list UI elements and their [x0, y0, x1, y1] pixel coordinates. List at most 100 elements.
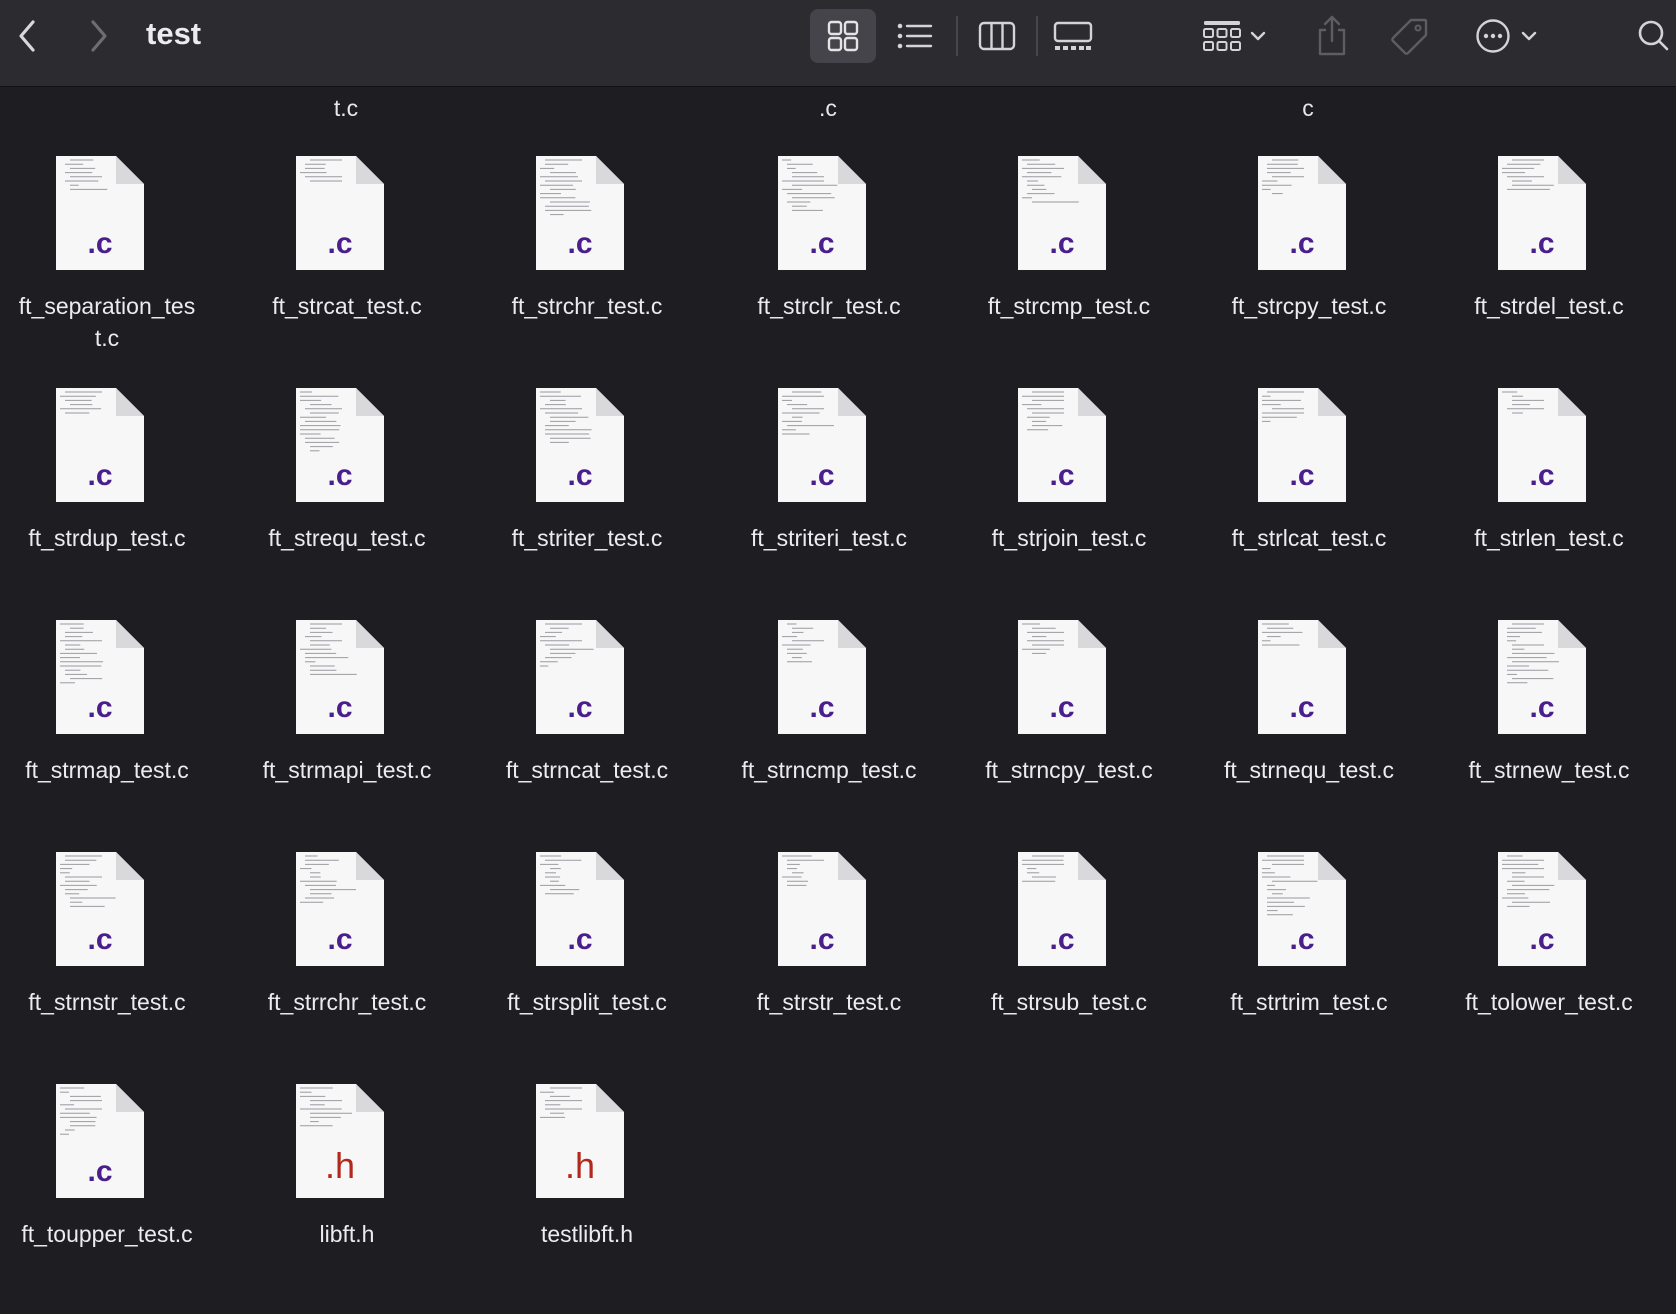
file-name-label[interactable]: ft_strcat_test.c [227, 290, 467, 322]
c-file-icon[interactable]: .c [1016, 618, 1108, 736]
file-item[interactable]: .c ft_strdel_test.c [1429, 154, 1669, 386]
file-name-label[interactable]: ft_strncat_test.c [467, 754, 707, 786]
gallery-view-button[interactable] [1040, 14, 1106, 58]
file-name-label[interactable]: ft_strdel_test.c [1429, 290, 1669, 322]
file-name-label[interactable]: .c [708, 95, 948, 122]
c-file-icon[interactable]: .c [1016, 154, 1108, 272]
c-file-icon[interactable]: .c [1256, 850, 1348, 968]
file-name-label[interactable]: ft_strmapi_test.c [227, 754, 467, 786]
file-item[interactable]: .c ft_strmap_test.c [0, 618, 227, 850]
c-file-icon[interactable]: .c [1496, 618, 1588, 736]
file-item[interactable]: .c ft_strrchr_test.c [227, 850, 467, 1082]
file-item[interactable]: .c ft_strsub_test.c [949, 850, 1189, 1082]
c-file-icon[interactable]: .c [776, 850, 868, 968]
file-name-label[interactable]: ft_strmap_test.c [0, 754, 227, 786]
file-name-label[interactable]: ft_separation_tes t.c [0, 290, 227, 354]
group-by-button[interactable] [1196, 14, 1272, 58]
icon-view-button[interactable] [810, 9, 876, 63]
file-item[interactable]: .c ft_strcmp_test.c [949, 154, 1189, 386]
file-name-label[interactable]: ft_strtrim_test.c [1189, 986, 1429, 1018]
file-name-label[interactable]: ft_strclr_test.c [709, 290, 949, 322]
c-file-icon[interactable]: .c [534, 850, 626, 968]
file-item[interactable]: .c ft_strequ_test.c [227, 386, 467, 618]
file-item[interactable]: .c ft_strjoin_test.c [949, 386, 1189, 618]
file-item[interactable]: .c ft_striteri_test.c [709, 386, 949, 618]
file-item[interactable]: .c ft_strncpy_test.c [949, 618, 1189, 850]
c-file-icon[interactable]: .c [776, 154, 868, 272]
file-item[interactable]: .c ft_separation_tes t.c [0, 154, 227, 386]
c-file-icon[interactable]: .c [54, 618, 146, 736]
file-name-label[interactable]: ft_striteri_test.c [709, 522, 949, 554]
file-name-label[interactable]: t.c [226, 95, 466, 122]
file-item[interactable]: .h libft.h [227, 1082, 467, 1314]
file-name-label[interactable]: ft_strcmp_test.c [949, 290, 1189, 322]
file-name-label[interactable]: ft_strncmp_test.c [709, 754, 949, 786]
file-name-label[interactable]: ft_strncpy_test.c [949, 754, 1189, 786]
c-file-icon[interactable]: .c [1016, 850, 1108, 968]
c-file-icon[interactable]: .c [1256, 618, 1348, 736]
file-name-label[interactable]: ft_strcpy_test.c [1189, 290, 1429, 322]
c-file-icon[interactable]: .c [534, 386, 626, 504]
file-item[interactable]: .c ft_strcat_test.c [227, 154, 467, 386]
header-file-icon[interactable]: .h [294, 1082, 386, 1200]
file-item[interactable]: .c ft_strlen_test.c [1429, 386, 1669, 618]
file-item[interactable]: .c ft_strdup_test.c [0, 386, 227, 618]
c-file-icon[interactable]: .c [534, 618, 626, 736]
c-file-icon[interactable]: .c [294, 386, 386, 504]
tag-button[interactable] [1386, 14, 1432, 60]
file-name-label[interactable]: ft_strrchr_test.c [227, 986, 467, 1018]
file-item[interactable]: .c ft_strclr_test.c [709, 154, 949, 386]
file-name-label[interactable]: c [1188, 95, 1428, 122]
file-name-label[interactable]: ft_tolower_test.c [1429, 986, 1669, 1018]
file-item[interactable]: .c ft_tolower_test.c [1429, 850, 1669, 1082]
file-item[interactable]: .c ft_strncat_test.c [467, 618, 707, 850]
file-item[interactable]: .c ft_strsplit_test.c [467, 850, 707, 1082]
c-file-icon[interactable]: .c [534, 154, 626, 272]
file-name-label[interactable]: ft_strnew_test.c [1429, 754, 1669, 786]
c-file-icon[interactable]: .c [54, 386, 146, 504]
file-name-label[interactable]: ft_strstr_test.c [709, 986, 949, 1018]
file-item[interactable]: .c ft_strtrim_test.c [1189, 850, 1429, 1082]
file-item[interactable]: .c ft_toupper_test.c [0, 1082, 227, 1314]
c-file-icon[interactable]: .c [1496, 386, 1588, 504]
c-file-icon[interactable]: .c [294, 850, 386, 968]
file-item[interactable]: .h testlibft.h [467, 1082, 707, 1314]
file-name-label[interactable]: ft_strnstr_test.c [0, 986, 227, 1018]
file-item[interactable]: .c ft_strstr_test.c [709, 850, 949, 1082]
file-name-label[interactable]: testlibft.h [467, 1218, 707, 1250]
file-item[interactable]: .c ft_strmapi_test.c [227, 618, 467, 850]
file-name-label[interactable]: ft_strchr_test.c [467, 290, 707, 322]
file-name-label[interactable]: ft_strjoin_test.c [949, 522, 1189, 554]
file-item[interactable]: .c ft_strnstr_test.c [0, 850, 227, 1082]
file-item[interactable]: .c ft_strlcat_test.c [1189, 386, 1429, 618]
file-item[interactable]: .c ft_strcpy_test.c [1189, 154, 1429, 386]
c-file-icon[interactable]: .c [776, 386, 868, 504]
c-file-icon[interactable]: .c [54, 154, 146, 272]
file-name-label[interactable]: ft_toupper_test.c [0, 1218, 227, 1250]
file-name-label[interactable]: ft_strequ_test.c [227, 522, 467, 554]
file-name-label[interactable]: ft_strdup_test.c [0, 522, 227, 554]
more-actions-button[interactable] [1470, 14, 1542, 58]
file-name-label[interactable]: ft_strsplit_test.c [467, 986, 707, 1018]
file-name-label[interactable]: ft_strlen_test.c [1429, 522, 1669, 554]
list-view-button[interactable] [882, 14, 948, 58]
header-file-icon[interactable]: .h [534, 1082, 626, 1200]
forward-button[interactable] [84, 18, 114, 54]
share-button[interactable] [1310, 10, 1354, 60]
c-file-icon[interactable]: .c [294, 618, 386, 736]
file-item[interactable]: .c ft_strnequ_test.c [1189, 618, 1429, 850]
back-button[interactable] [12, 18, 42, 54]
file-name-label[interactable]: ft_strnequ_test.c [1189, 754, 1429, 786]
c-file-icon[interactable]: .c [776, 618, 868, 736]
c-file-icon[interactable]: .c [1016, 386, 1108, 504]
c-file-icon[interactable]: .c [1256, 386, 1348, 504]
c-file-icon[interactable]: .c [294, 154, 386, 272]
c-file-icon[interactable]: .c [54, 1082, 146, 1200]
column-view-button[interactable] [964, 14, 1030, 58]
file-item[interactable]: .c ft_striter_test.c [467, 386, 707, 618]
file-name-label[interactable]: ft_striter_test.c [467, 522, 707, 554]
file-item[interactable]: .c ft_strncmp_test.c [709, 618, 949, 850]
c-file-icon[interactable]: .c [54, 850, 146, 968]
file-name-label[interactable]: ft_strsub_test.c [949, 986, 1189, 1018]
c-file-icon[interactable]: .c [1256, 154, 1348, 272]
